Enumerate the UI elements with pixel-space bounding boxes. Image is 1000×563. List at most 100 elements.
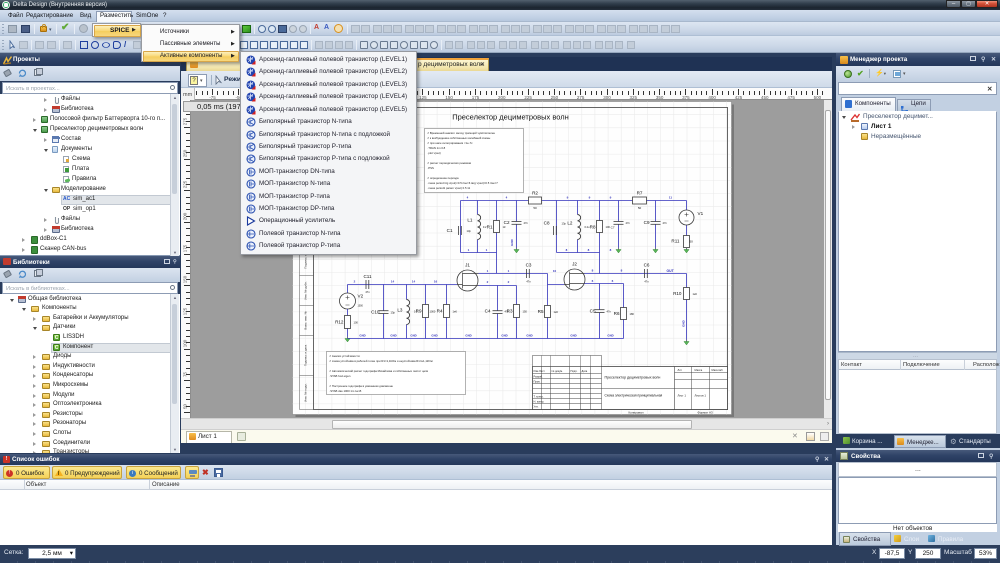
- svg-text:C10: C10: [371, 310, 380, 315]
- svg-text:GND: GND: [359, 334, 365, 338]
- svg-text:Схема электрическая принципиал: Схема электрическая принципиальная: [605, 394, 663, 398]
- svg-text:100: 100: [606, 225, 611, 229]
- svg-text:1000: 1000: [358, 305, 364, 308]
- svg-text:180: 180: [630, 312, 635, 316]
- svg-text:16: 16: [434, 280, 438, 284]
- svg-text:Взам. инв. №: Взам. инв. №: [304, 310, 308, 329]
- svg-text:V2: V2: [358, 294, 364, 299]
- svg-text:GND: GND: [510, 238, 514, 246]
- svg-text:Масса: Масса: [695, 368, 703, 372]
- svg-text:GND: GND: [607, 334, 613, 338]
- svg-text:L3: L3: [397, 308, 403, 313]
- svg-text:.STAB hod eigen: .STAB hod eigen: [330, 374, 351, 378]
- svg-text:// к возбуждению собственных к: // к возбуждению собственных колебаний с…: [428, 136, 491, 140]
- svg-text:R1: R1: [487, 224, 493, 229]
- svg-text:Дата: Дата: [582, 369, 588, 373]
- svg-text:Инв. № подл.: Инв. № подл.: [304, 383, 308, 402]
- svg-text:// определение периода: // определение периода: [428, 176, 459, 180]
- svg-text:.meas period1 param v(out) 0.5: .meas period1 param v(out) 0.5 11: [428, 186, 471, 190]
- svg-text:Подпись и дата: Подпись и дата: [304, 344, 308, 366]
- svg-text:.meas period trig v(out)=0.5 r: .meas period trig v(out)=0.5 rise=6 targ…: [428, 181, 499, 185]
- svg-text:C9: C9: [644, 220, 650, 225]
- svg-text:OUT: OUT: [667, 269, 675, 273]
- svg-text:R10: R10: [673, 291, 682, 296]
- svg-text:C6: C6: [644, 263, 650, 268]
- svg-text:Н. контр.: Н. контр.: [534, 400, 545, 404]
- svg-text:№ докум.: № докум.: [552, 370, 564, 373]
- svg-text:47n: 47n: [365, 290, 370, 294]
- svg-text:Лист 1: Лист 1: [678, 394, 687, 398]
- svg-text:C4: C4: [485, 309, 491, 314]
- svg-text:C2: C2: [504, 220, 510, 225]
- svg-text:GND: GND: [682, 319, 686, 327]
- svg-text:Масштаб: Масштаб: [712, 368, 724, 372]
- svg-text:// схема устойчива в рабочей т: // схема устойчива в рабочей точке при R…: [330, 359, 433, 363]
- svg-text:Утв.: Утв.: [534, 405, 539, 409]
- svg-text:L1: L1: [467, 218, 473, 223]
- svg-text:// расчет периодических режимо: // расчет периодических режимов: [428, 161, 472, 165]
- svg-text:// при шаге интегрирования <1e: // при шаге интегрирования <1e-7с: [428, 141, 474, 145]
- svg-text:C7: C7: [611, 226, 615, 230]
- svg-text:11: 11: [669, 196, 673, 200]
- svg-text:47n: 47n: [644, 280, 649, 284]
- svg-text:R4: R4: [437, 309, 443, 314]
- svg-text:47n: 47n: [524, 221, 529, 225]
- svg-text:13p: 13p: [467, 229, 472, 233]
- svg-text:J2: J2: [572, 262, 577, 267]
- svg-text:Формат А3: Формат А3: [698, 411, 713, 415]
- svg-text:.PSS: .PSS: [428, 166, 435, 170]
- svg-text:47n: 47n: [607, 310, 612, 314]
- svg-text:Подп.: Подп.: [571, 369, 578, 373]
- svg-text:// Построение годографа в указ: // Построение годографа в указанном диап…: [330, 384, 394, 388]
- svg-text:Изм.Лист: Изм.Лист: [534, 369, 546, 373]
- svg-text:10: 10: [553, 269, 557, 273]
- svg-text:C11: C11: [363, 274, 372, 279]
- svg-text:GND: GND: [431, 334, 437, 338]
- svg-text:Разраб.: Разраб.: [534, 375, 544, 379]
- svg-text:1e6: 1e6: [453, 310, 458, 314]
- svg-text:V1: V1: [698, 211, 704, 216]
- svg-text:R7: R7: [637, 191, 643, 196]
- svg-text:J1: J1: [465, 263, 470, 268]
- svg-text:// Автоматический расчет годог: // Автоматический расчет годографа Михай…: [330, 369, 429, 373]
- svg-text:GND: GND: [526, 334, 532, 338]
- svg-text:Копировал: Копировал: [629, 411, 644, 415]
- svg-text:Листов 1: Листов 1: [695, 394, 707, 398]
- svg-text:GND: GND: [410, 334, 416, 338]
- svg-text:Т. контр.: Т. контр.: [534, 395, 544, 399]
- svg-text:GND: GND: [570, 334, 576, 338]
- svg-text:14: 14: [412, 280, 416, 284]
- svg-text:47n: 47n: [626, 221, 631, 225]
- svg-text:50: 50: [638, 206, 642, 210]
- svg-text:13p: 13p: [391, 311, 396, 315]
- svg-text:Преселектор дециметровых волн: Преселектор дециметровых волн: [605, 376, 661, 380]
- svg-text:1e6: 1e6: [693, 292, 698, 296]
- svg-text:R9: R9: [416, 309, 422, 314]
- svg-text:1К: 1К: [503, 225, 506, 229]
- svg-text:.TRAN 1m 0.8: .TRAN 1m 0.8: [428, 146, 446, 150]
- svg-text:// Анализ устойчивости:: // Анализ устойчивости:: [330, 354, 361, 358]
- svg-text:1e6: 1e6: [554, 310, 559, 314]
- svg-text:14: 14: [391, 280, 395, 284]
- svg-text:GND: GND: [390, 334, 396, 338]
- svg-text:R2: R2: [532, 191, 538, 196]
- svg-text:R8: R8: [590, 224, 596, 229]
- svg-text:150: 150: [523, 310, 528, 314]
- svg-text:Пров.: Пров.: [534, 380, 541, 384]
- svg-text:13p: 13p: [562, 222, 567, 226]
- svg-text:R12: R12: [335, 320, 344, 325]
- svg-text:47n: 47n: [663, 221, 668, 225]
- svg-text:100: 100: [354, 321, 359, 325]
- svg-text:.plot v(out): .plot v(out): [428, 151, 441, 155]
- svg-text:R5: R5: [538, 309, 544, 314]
- svg-text:C3: C3: [526, 263, 532, 268]
- svg-text:C8: C8: [544, 221, 550, 226]
- svg-text:Инв. № дубл.: Инв. № дубл.: [304, 281, 308, 300]
- svg-text:R6: R6: [614, 311, 620, 316]
- svg-text:L2: L2: [567, 221, 573, 226]
- svg-text:47n: 47n: [526, 280, 531, 284]
- svg-text:C5: C5: [590, 309, 596, 314]
- svg-text:C1: C1: [447, 228, 453, 233]
- svg-text:1000: 1000: [430, 310, 436, 314]
- svg-text:Преселектор дециметровых волн: Преселектор дециметровых волн: [452, 113, 569, 122]
